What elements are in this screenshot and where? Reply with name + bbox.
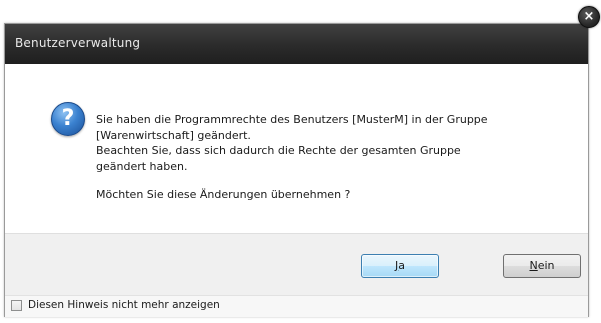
no-button-mnemonic: N bbox=[529, 259, 538, 272]
yes-button-label: a bbox=[398, 259, 405, 272]
message-line-2: [Warenwirtschaft] geändert. bbox=[96, 128, 251, 142]
message-line-1: Sie haben die Programmrechte des Benutze… bbox=[96, 113, 488, 126]
message-question: Möchten Sie diese Änderungen übernehmen … bbox=[96, 188, 351, 201]
button-bar: Ja Nein bbox=[5, 233, 588, 296]
dont-show-again-label[interactable]: Diesen Hinweis nicht mehr anzeigen bbox=[28, 299, 220, 311]
message-line-4: geändert haben. bbox=[96, 159, 188, 173]
message-line-3: Beachten Sie, dass sich dadurch die Rech… bbox=[96, 144, 461, 157]
no-button[interactable]: Nein bbox=[503, 254, 581, 278]
yes-button[interactable]: Ja bbox=[361, 254, 439, 278]
window-title: Benutzerverwaltung bbox=[15, 36, 141, 50]
close-icon[interactable]: × bbox=[578, 6, 600, 28]
question-icon: ? bbox=[51, 102, 85, 136]
dont-show-again-checkbox[interactable] bbox=[11, 300, 22, 311]
footer-bar: Diesen Hinweis nicht mehr anzeigen bbox=[5, 295, 588, 317]
message-text: Sie haben die Programmrechte des Benutze… bbox=[96, 112, 566, 203]
title-bar[interactable]: Benutzerverwaltung bbox=[5, 24, 588, 64]
confirmation-dialog: Benutzerverwaltung ? Sie haben die Progr… bbox=[4, 23, 589, 317]
no-button-label: ein bbox=[537, 259, 555, 272]
